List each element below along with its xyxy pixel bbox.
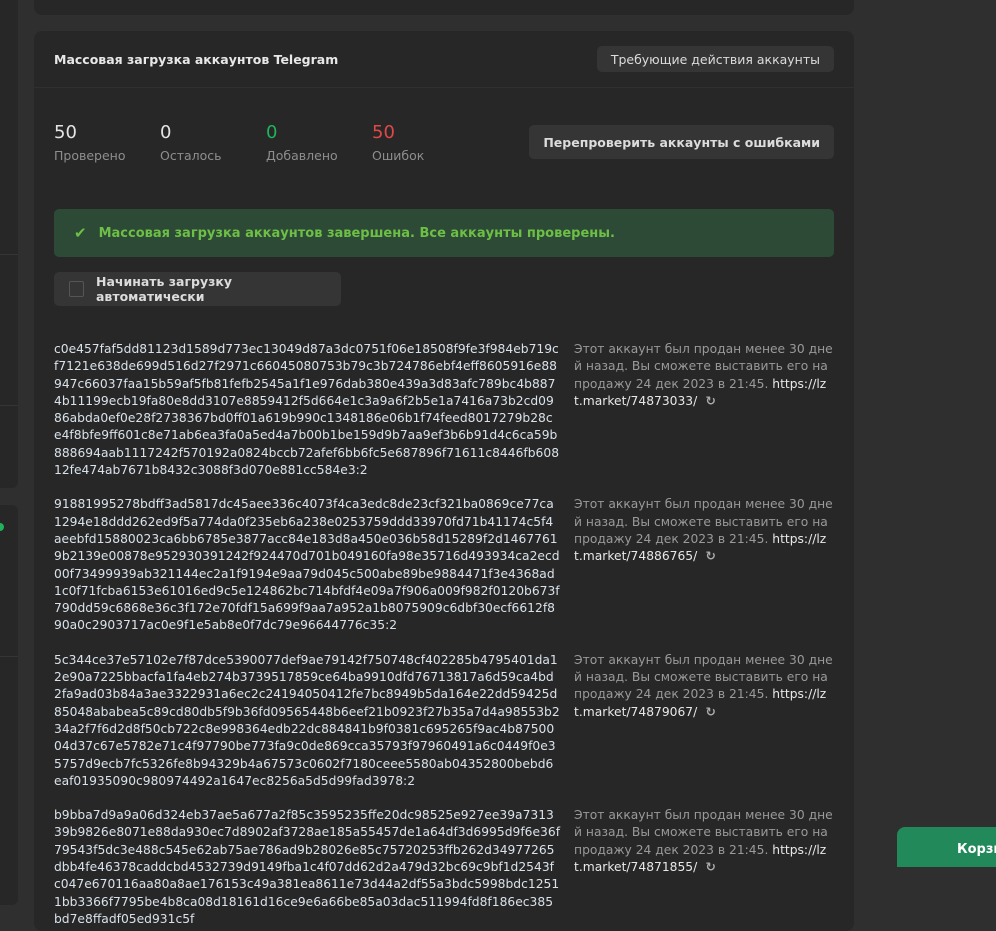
account-hash: c0e457faf5dd81123d1589d773ec13049d87a3dc… [54, 342, 560, 478]
refresh-icon[interactable]: ↻ [701, 860, 716, 874]
stat-value: 50 [372, 121, 395, 143]
account-note: Этот аккаунт был продан менее 30 дней на… [574, 496, 834, 634]
recheck-errors-button[interactable]: Перепроверить аккаунты с ошибками [529, 125, 834, 159]
account-note: Этот аккаунт был продан менее 30 дней на… [574, 341, 834, 479]
account-hash: 5c344ce37e57102e7f87dce5390077def9ae7914… [54, 652, 560, 788]
stat-value: 50 [54, 121, 77, 143]
refresh-icon[interactable]: ↻ [701, 705, 716, 719]
alert-text: Массовая загрузка аккаунтов завершена. В… [98, 225, 615, 241]
sidebar-card [0, 505, 18, 905]
action-required-button[interactable]: Требующие действия аккаунты [596, 46, 834, 72]
stat-value: 0 [160, 121, 172, 143]
stat-checked: 50 Проверено [54, 122, 160, 163]
online-dot-icon [0, 523, 4, 531]
divider [0, 405, 18, 406]
stat-remaining: 0 Осталось [160, 122, 266, 163]
account-hash: b9bba7d9a9a06d324eb37ae5a677a2f85c359523… [54, 808, 561, 926]
list-item: 91881995278bdff3ad5817dc45aee336c4073f4c… [54, 496, 834, 634]
refresh-icon[interactable]: ↻ [701, 394, 716, 408]
auto-upload-checkbox[interactable]: Начинать загрузку автоматически [54, 272, 341, 306]
list-item: b9bba7d9a9a06d324eb37ae5a677a2f85c359523… [54, 807, 834, 928]
checkbox-label: Начинать загрузку автоматически [95, 274, 233, 304]
success-alert: ✔ Массовая загрузка аккаунтов завершена.… [54, 209, 834, 257]
divider [0, 254, 18, 255]
account-note: Этот аккаунт был продан менее 30 дней на… [574, 807, 834, 928]
cart-button[interactable]: Корзи [897, 827, 996, 867]
divider [0, 656, 18, 657]
stat-label: Осталось [160, 147, 222, 163]
stat-errors: 50 Ошибок [372, 122, 478, 163]
stat-label: Добавлено [266, 147, 338, 163]
check-icon: ✔ [74, 224, 87, 242]
list-item: 5c344ce37e57102e7f87dce5390077def9ae7914… [54, 652, 834, 790]
stats-row: 50 Проверено 0 Осталось 0 Добавлено 50 Ошибо… [34, 88, 854, 180]
card-title: Массовая загрузка аккаунтов Telegram [54, 51, 339, 67]
list-item: c0e457faf5dd81123d1589d773ec13049d87a3dc… [54, 341, 834, 479]
card-header: Массовая загрузка аккаунтов Telegram Тре… [34, 31, 854, 88]
account-hash: 91881995278bdff3ad5817dc45aee336c4073f4c… [54, 497, 560, 633]
sidebar-card [0, 0, 18, 488]
stat-label: Проверено [54, 147, 126, 163]
refresh-icon[interactable]: ↻ [701, 549, 716, 563]
stat-added: 0 Добавлено [266, 122, 372, 163]
stat-value: 0 [266, 121, 278, 143]
stat-label: Ошибок [372, 147, 425, 163]
account-note: Этот аккаунт был продан менее 30 дней на… [574, 652, 834, 790]
checkbox-icon[interactable] [69, 281, 84, 297]
mass-upload-card: Массовая загрузка аккаунтов Telegram Тре… [34, 31, 854, 931]
previous-card [34, 0, 854, 15]
account-list: c0e457faf5dd81123d1589d773ec13049d87a3dc… [34, 341, 854, 928]
